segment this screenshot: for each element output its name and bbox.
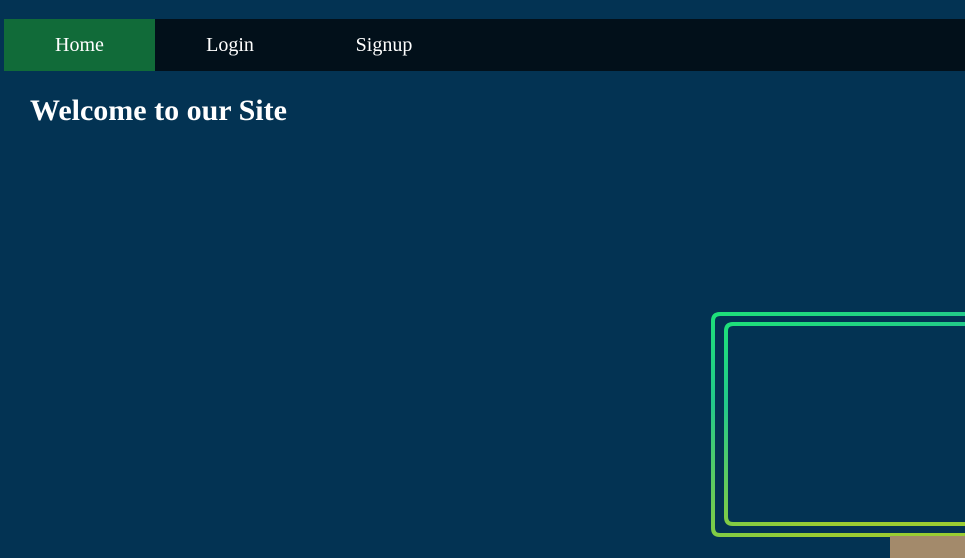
monitor-illustration-icon [711,312,965,537]
nav-item-login[interactable]: Login [155,19,305,71]
monitor-stand [890,536,965,558]
monitor-outer-frame [711,312,965,537]
top-navbar: Home Login Signup [4,19,965,71]
nav-item-label: Home [55,33,104,56]
nav-item-home[interactable]: Home [4,19,155,71]
monitor-inner-frame [724,322,965,526]
page-title: Welcome to our Site [30,94,287,127]
nav-item-label: Signup [355,33,413,56]
page: Home Login Signup Welcome to our Site [0,0,965,558]
nav-item-label: Login [206,33,254,56]
nav-item-signup[interactable]: Signup [305,19,463,71]
